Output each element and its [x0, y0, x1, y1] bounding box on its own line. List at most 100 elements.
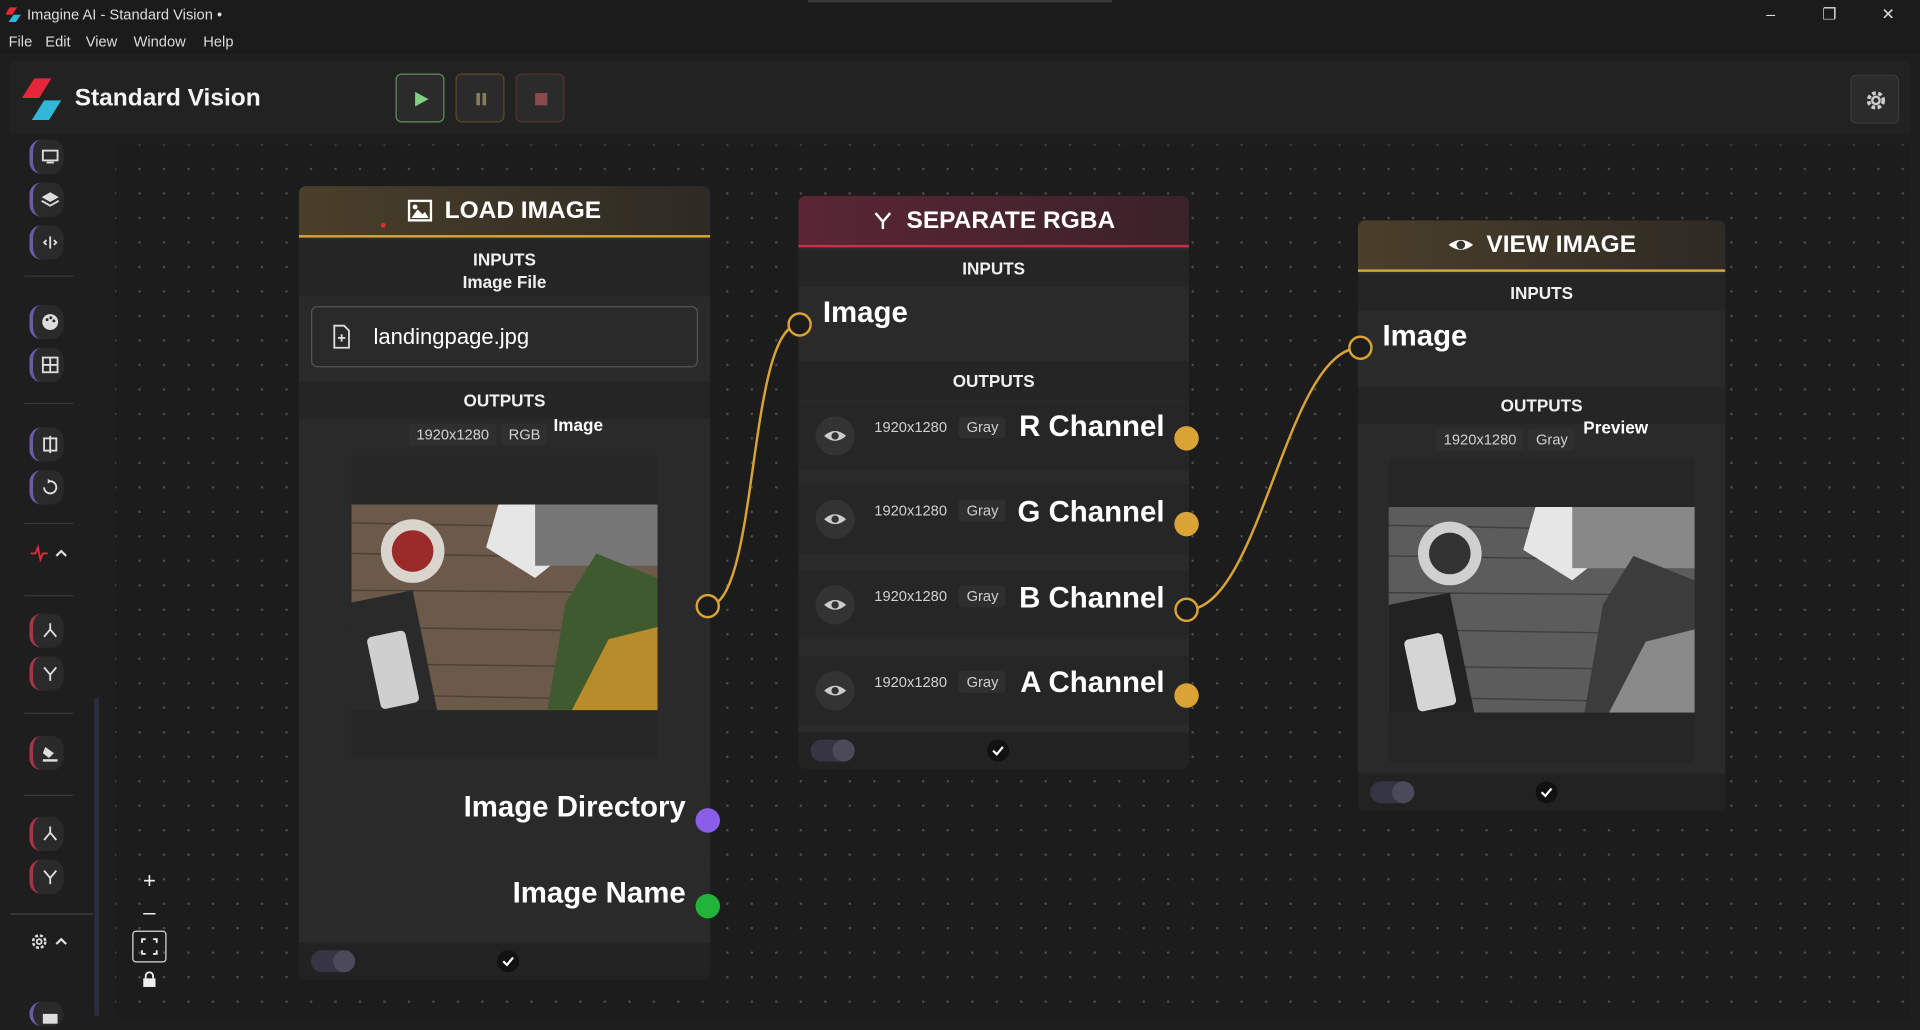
- sidebar-divider: [9, 913, 94, 915]
- brand-logo-icon: [22, 78, 62, 121]
- eye-icon: [824, 600, 847, 610]
- image-input-handle[interactable]: [1348, 335, 1373, 361]
- menu-file[interactable]: File: [9, 33, 33, 50]
- node-sidebar: [9, 139, 108, 1030]
- maximize-button[interactable]: ❐: [1817, 4, 1841, 26]
- preview-toggle-button[interactable]: [815, 499, 855, 539]
- sidebar-layers-button[interactable]: [29, 182, 64, 217]
- sidebar-scrollbar[interactable]: [94, 697, 100, 1017]
- g-channel-handle[interactable]: [1174, 511, 1199, 537]
- eye-icon: [824, 685, 847, 696]
- preview-toggle-button[interactable]: [815, 585, 855, 625]
- image-input-handle[interactable]: [787, 312, 812, 337]
- sidebar-rotate-button[interactable]: [29, 470, 64, 505]
- image-output-handle[interactable]: [695, 593, 721, 619]
- color-mode-badge: Gray: [1528, 428, 1576, 451]
- menu-edit[interactable]: Edit: [45, 33, 70, 50]
- image-file-label: Image File: [462, 271, 547, 292]
- status-check-icon: [497, 950, 520, 973]
- image-size-badge: 1920x1280: [408, 423, 497, 446]
- stop-button[interactable]: [515, 73, 565, 123]
- chevron-up-icon: [55, 549, 67, 557]
- node-run-toggle[interactable]: [1370, 781, 1415, 804]
- color-mode-badge: Gray: [959, 499, 1006, 522]
- b-channel-label: B Channel: [1019, 581, 1165, 615]
- zoom-out-button[interactable]: –: [132, 896, 166, 928]
- r-channel-handle[interactable]: [1174, 426, 1199, 451]
- fit-view-button[interactable]: [132, 930, 167, 963]
- b-channel-handle[interactable]: [1174, 597, 1199, 623]
- title-bar: Imagine AI - Standard Vision • – ❐ ✕: [0, 0, 1920, 30]
- settings-button[interactable]: [1850, 74, 1900, 124]
- image-directory-handle[interactable]: [695, 808, 721, 833]
- node-footer: [298, 942, 711, 980]
- node-footer: [1357, 773, 1726, 811]
- image-preview: [1388, 456, 1695, 763]
- preview-toggle-button[interactable]: [815, 671, 855, 711]
- menu-help[interactable]: Help: [203, 33, 233, 50]
- sidebar-palette-button[interactable]: [29, 304, 64, 340]
- play-icon: [1392, 781, 1415, 804]
- channel-output-row: 1920x1280 Gray A Channel: [798, 656, 1189, 725]
- node-header[interactable]: VIEW IMAGE: [1357, 220, 1726, 272]
- app-name: Standard Vision: [74, 84, 261, 112]
- color-mode-badge: Gray: [959, 416, 1006, 439]
- drag-region[interactable]: [808, 0, 1112, 3]
- minimize-button[interactable]: –: [1758, 4, 1782, 26]
- node-run-toggle[interactable]: [810, 739, 855, 762]
- menu-window[interactable]: Window: [133, 33, 185, 50]
- node-run-toggle[interactable]: [311, 950, 356, 973]
- pause-button[interactable]: [455, 73, 505, 123]
- a-channel-handle[interactable]: [1174, 683, 1199, 708]
- sidebar-divider: [24, 522, 74, 525]
- image-preview-picture: [351, 504, 658, 711]
- preview-label: Preview: [1583, 417, 1649, 438]
- menu-bar: File Edit View Window Help: [0, 29, 1920, 54]
- image-name-handle[interactable]: [695, 893, 721, 919]
- node-header[interactable]: LOAD IMAGE: [298, 186, 711, 238]
- sidebar-settings-toggle[interactable]: [29, 929, 78, 953]
- channel-output-row: 1920x1280 Gray G Channel: [798, 484, 1189, 554]
- preview-toggle-button[interactable]: [815, 416, 855, 456]
- zoom-in-button[interactable]: +: [132, 864, 166, 896]
- sidebar-monitor-button[interactable]: [29, 139, 64, 174]
- input-image-label: Image: [1382, 319, 1468, 353]
- inputs-label: INPUTS: [1357, 274, 1726, 312]
- compare-icon: [43, 435, 58, 454]
- channel-meta: 1920x1280 Gray: [867, 585, 1011, 608]
- image-name-output: Image Name: [298, 869, 711, 941]
- sidebar-separate-button[interactable]: [29, 656, 64, 691]
- app-logo-icon: [6, 7, 21, 23]
- menu-view[interactable]: View: [86, 33, 118, 50]
- keyboard-icon: [42, 1013, 58, 1024]
- lock-button[interactable]: [132, 965, 166, 997]
- load-image-node[interactable]: LOAD IMAGE INPUTS Image File landingpage…: [298, 186, 711, 980]
- sidebar-compare-button[interactable]: [29, 427, 64, 462]
- checkmark-icon: [992, 746, 1004, 756]
- pause-icon: [476, 93, 487, 106]
- sidebar-fill-button[interactable]: [29, 735, 64, 771]
- paint-bucket-icon: [42, 746, 58, 762]
- separate-rgba-node[interactable]: SEPARATE RGBA INPUTS Image OUTPUTS 1920x…: [798, 195, 1189, 769]
- a-channel-label: A Channel: [1020, 666, 1165, 700]
- rotate-icon: [43, 478, 58, 495]
- sidebar-merge-button[interactable]: [29, 816, 64, 852]
- sidebar-merge-button[interactable]: [29, 613, 64, 648]
- node-header[interactable]: SEPARATE RGBA: [798, 195, 1189, 248]
- input-image-label: Image: [822, 296, 908, 330]
- sidebar-split-button[interactable]: [29, 225, 64, 260]
- outputs-label: OUTPUTS: [798, 361, 1189, 401]
- sidebar-grid-button[interactable]: [29, 347, 64, 383]
- eye-icon: [824, 514, 847, 525]
- channel-meta: 1920x1280 Gray: [867, 671, 1011, 694]
- inputs-label: INPUTS: [798, 249, 1189, 287]
- view-image-node[interactable]: VIEW IMAGE INPUTS Image OUTPUTS 1920x128…: [1357, 220, 1726, 811]
- sidebar-extra-button[interactable]: [29, 1001, 64, 1027]
- image-file-picker[interactable]: landingpage.jpg: [311, 306, 698, 368]
- run-button[interactable]: [395, 73, 445, 123]
- close-button[interactable]: ✕: [1876, 4, 1900, 26]
- sidebar-category-toggle[interactable]: [29, 541, 78, 565]
- sidebar-separate-button[interactable]: [29, 859, 64, 894]
- play-icon: [333, 950, 356, 973]
- sidebar-divider: [24, 275, 74, 277]
